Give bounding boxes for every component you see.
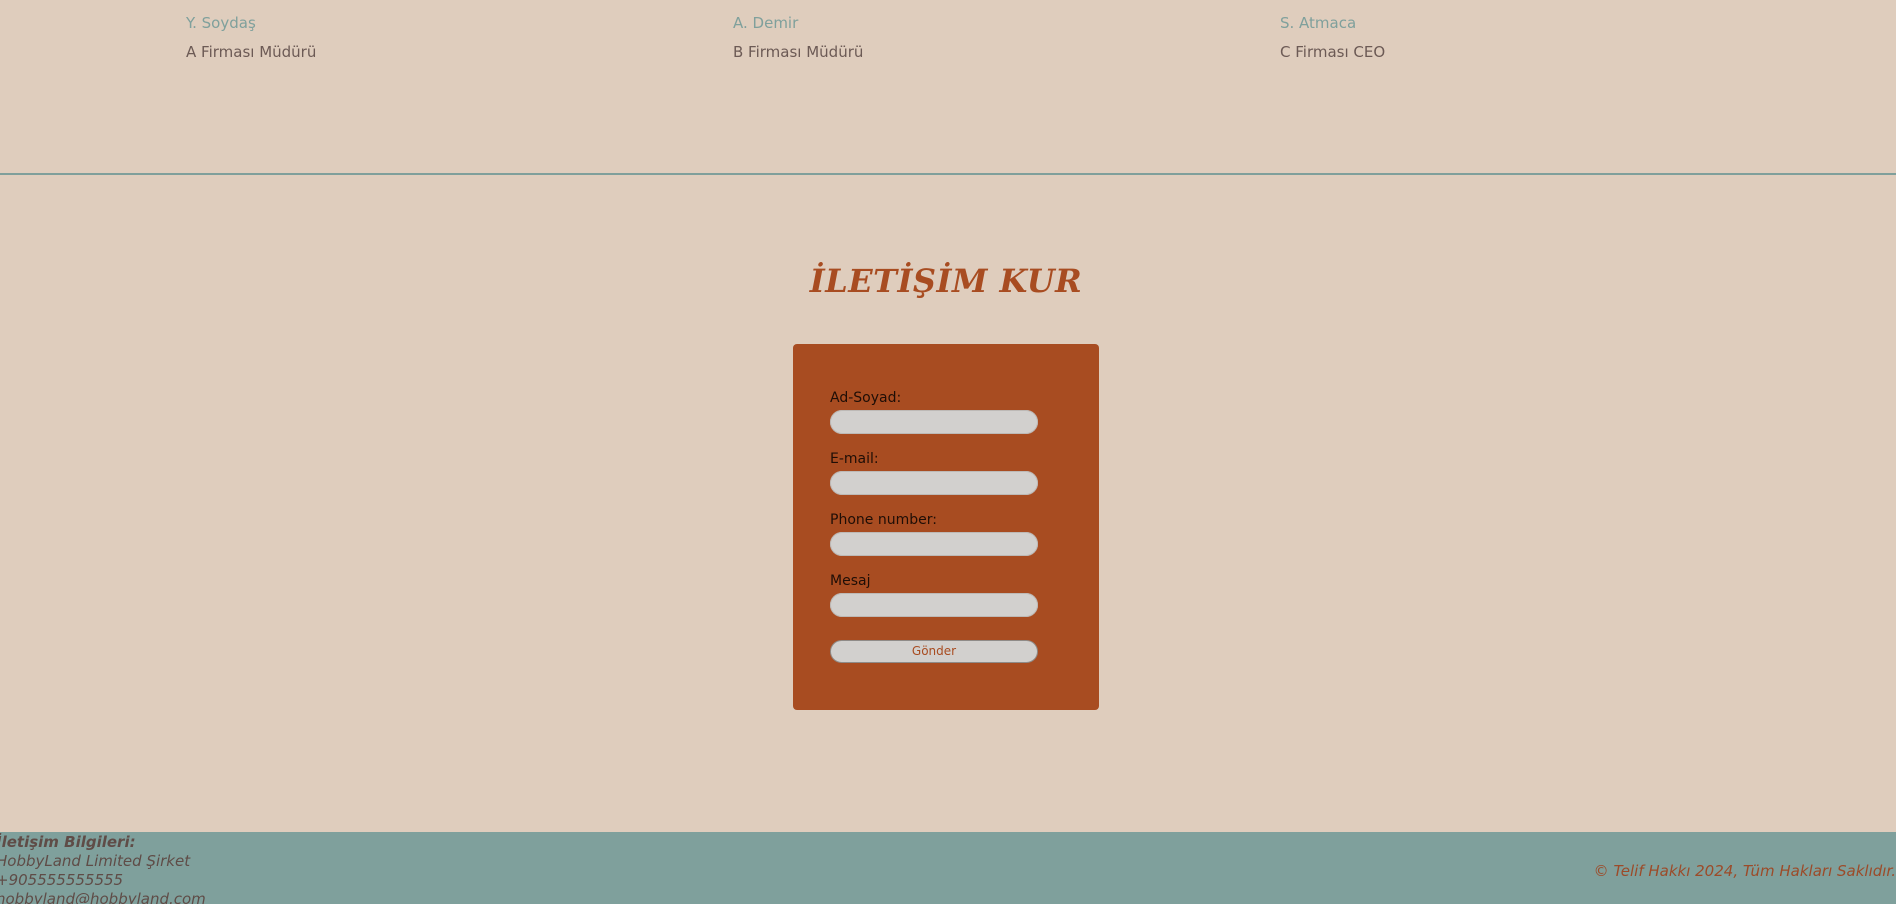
- phone-input[interactable]: [830, 532, 1038, 556]
- contact-info-heading: İletişim Bilgileri:: [0, 833, 136, 851]
- testimonial-role: A Firması Müdürü: [186, 43, 317, 61]
- contact-title: İLETİŞİM KUR: [809, 262, 1083, 300]
- contact-info: İletişim Bilgileri: HobbyLand Limited Şi…: [0, 832, 206, 904]
- copyright: © Telif Hakkı 2024, Tüm Hakları Saklıdır…: [1593, 862, 1896, 880]
- contact-form: Ad-Soyad: E-mail: Phone number: Mesaj Gö…: [793, 344, 1099, 710]
- message-input[interactable]: [830, 593, 1038, 617]
- testimonial-role: C Firması CEO: [1280, 43, 1386, 61]
- email-address: hobbyland@hobbyland.com: [0, 890, 206, 904]
- name-input[interactable]: [830, 410, 1038, 434]
- page: Y. Soydaş A Firması Müdürü A. Demir B Fi…: [0, 0, 1896, 904]
- phone-label: Phone number:: [830, 512, 937, 528]
- email-label: E-mail:: [830, 451, 879, 467]
- company-name: HobbyLand Limited Şirket: [0, 852, 191, 870]
- testimonial-author: S. Atmaca: [1280, 14, 1357, 32]
- submit-button[interactable]: Gönder: [830, 640, 1038, 663]
- name-label: Ad-Soyad:: [830, 390, 902, 406]
- testimonial-author: Y. Soydaş: [186, 14, 256, 32]
- phone-number: +905555555555: [0, 871, 124, 889]
- testimonial-author: A. Demir: [733, 14, 799, 32]
- section-divider: [0, 173, 1896, 175]
- testimonial-role: B Firması Müdürü: [733, 43, 864, 61]
- footer: İletişim Bilgileri: HobbyLand Limited Şi…: [0, 832, 1896, 904]
- email-input[interactable]: [830, 471, 1038, 495]
- message-label: Mesaj: [830, 573, 871, 589]
